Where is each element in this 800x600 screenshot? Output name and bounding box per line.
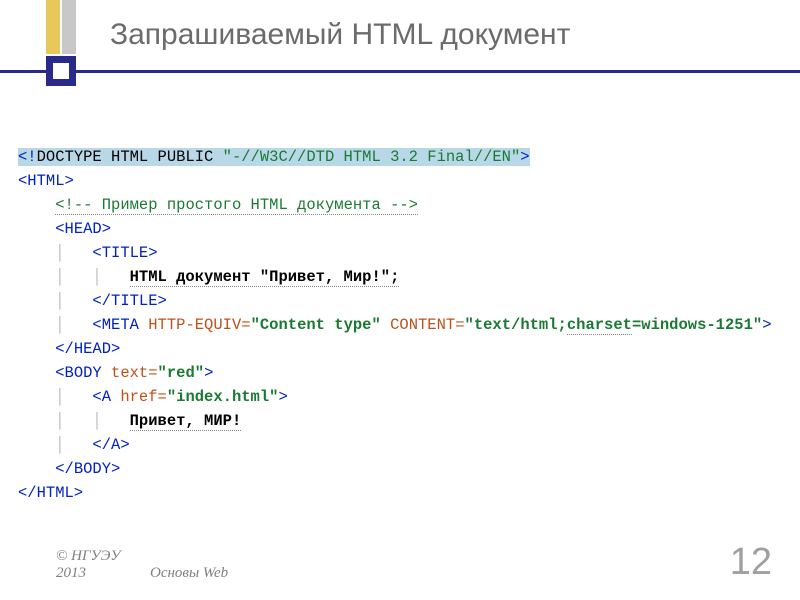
slide-title: Запрашиваемый HTML документ <box>110 18 570 52</box>
decor-bar-yellow <box>46 0 60 54</box>
code-block: <!DOCTYPE HTML PUBLIC "-//W3C//DTD HTML … <box>18 145 782 505</box>
footer-org: © НГУЭУ <box>56 548 121 565</box>
code-line-1: <!DOCTYPE HTML PUBLIC "-//W3C//DTD HTML … <box>18 145 782 169</box>
footer-credit: © НГУЭУ 2013 <box>56 548 121 582</box>
decor-bar-gray <box>62 0 76 54</box>
code-line-9: </HEAD> <box>18 337 782 361</box>
code-line-5: │ <TITLE> <box>18 241 782 265</box>
code-line-4: <HEAD> <box>18 217 782 241</box>
code-line-14: </BODY> <box>18 457 782 481</box>
code-line-10: <BODY text="red"> <box>18 361 782 385</box>
code-line-2: <HTML> <box>18 169 782 193</box>
code-line-8: │ <META HTTP-EQUIV="Content type" CONTEN… <box>18 313 782 337</box>
code-line-13: │ </A> <box>18 433 782 457</box>
code-line-15: </HTML> <box>18 481 782 505</box>
decor-square-inner <box>53 63 69 79</box>
footer-year: 2013 <box>56 565 121 582</box>
code-line-12: │ │ Привет, МИР! <box>18 409 782 433</box>
code-line-6: │ │ HTML документ "Привет, Мир!"; <box>18 265 782 289</box>
footer-topic: Основы Web <box>150 565 228 582</box>
decor-hr <box>0 70 800 73</box>
code-line-11: │ <A href="index.html"> <box>18 385 782 409</box>
code-line-7: │ </TITLE> <box>18 289 782 313</box>
page-number: 12 <box>730 541 772 584</box>
code-line-3: <!-- Пример простого HTML документа --> <box>18 193 782 217</box>
